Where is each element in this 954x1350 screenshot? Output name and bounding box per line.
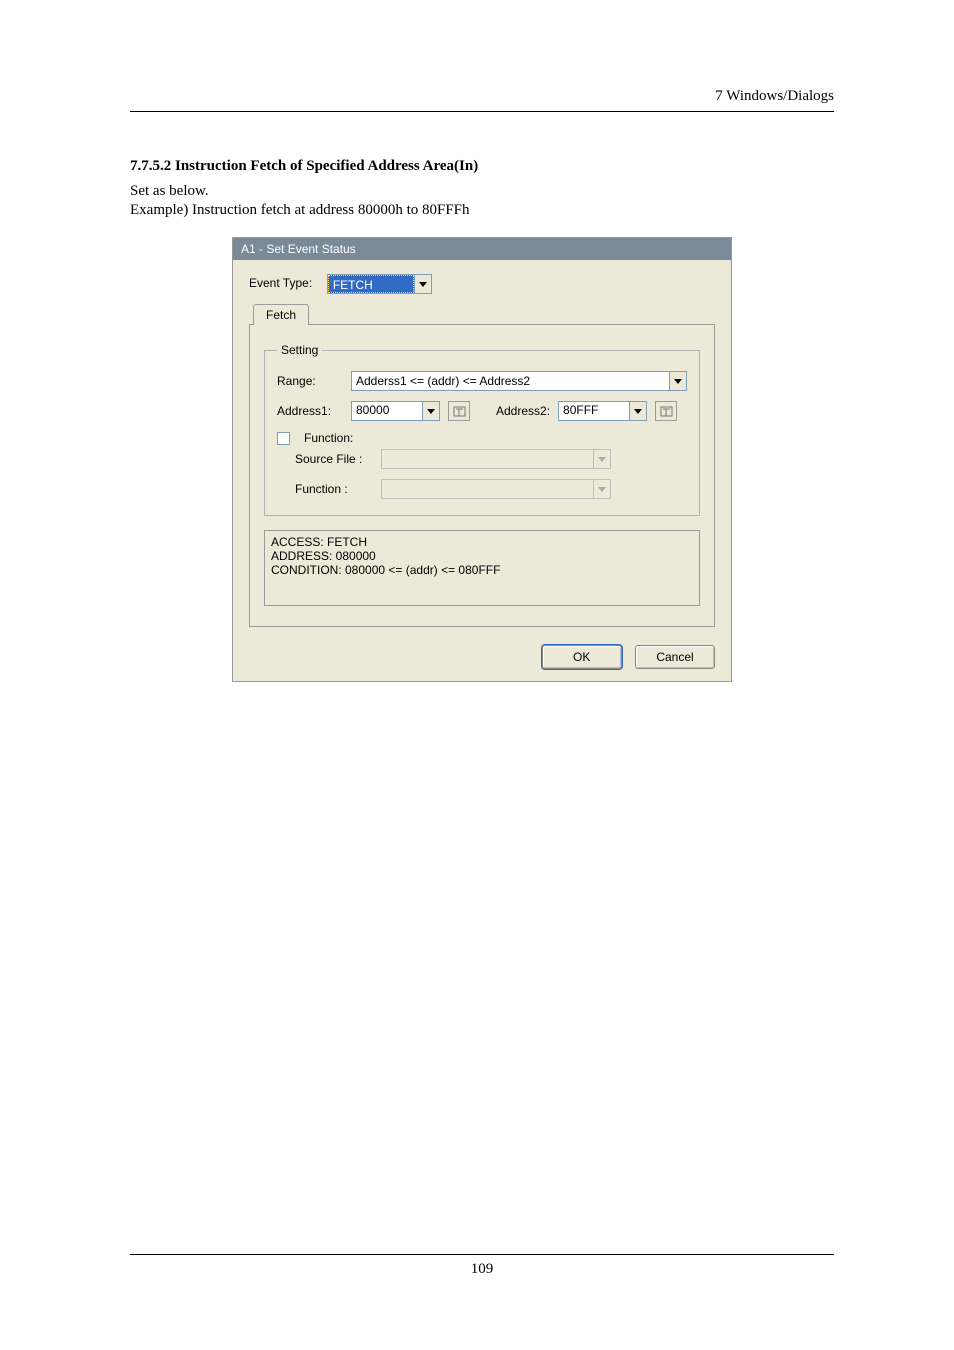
body-line-1: Set as below. [130, 183, 834, 200]
chevron-down-icon [593, 450, 610, 468]
header-rule [130, 111, 834, 112]
status-box: ACCESS: FETCH ADDRESS: 080000 CONDITION:… [264, 530, 700, 606]
address2-browse-icon[interactable] [655, 401, 677, 421]
address1-combo[interactable] [351, 401, 440, 421]
setting-group: Setting Range: Adderss1 <= (addr) <= Add… [264, 343, 700, 516]
dialog-titlebar: A1 - Set Event Status [233, 238, 731, 260]
chevron-down-icon[interactable] [629, 402, 646, 420]
section-heading: 7.7.5.2 Instruction Fetch of Specified A… [130, 158, 834, 175]
function-checkbox-label: Function: [304, 431, 353, 445]
range-label: Range: [277, 374, 343, 388]
body-line-2: Example) Instruction fetch at address 80… [130, 202, 834, 219]
address1-input[interactable] [352, 402, 422, 418]
status-line-1: ACCESS: FETCH [271, 535, 367, 549]
source-file-label: Source File : [295, 452, 373, 466]
event-type-label: Event Type: [249, 276, 312, 290]
function-checkbox[interactable] [277, 432, 290, 445]
function-combo [381, 479, 611, 499]
chevron-down-icon[interactable] [422, 402, 439, 420]
address2-input[interactable] [559, 402, 629, 418]
status-line-2: ADDRESS: 080000 [271, 549, 376, 563]
chevron-down-icon[interactable] [669, 372, 686, 390]
setting-legend: Setting [277, 343, 322, 357]
chevron-down-icon[interactable] [414, 275, 431, 293]
tab-fetch[interactable]: Fetch [253, 304, 309, 325]
source-file-combo [381, 449, 611, 469]
address1-browse-icon[interactable] [448, 401, 470, 421]
address1-label: Address1: [277, 404, 343, 418]
set-event-status-dialog: A1 - Set Event Status Event Type: FETCH … [232, 237, 732, 682]
status-line-3: CONDITION: 080000 <= (addr) <= 080FFF [271, 563, 500, 577]
fetch-tab-panel: Setting Range: Adderss1 <= (addr) <= Add… [249, 324, 715, 627]
address2-combo[interactable] [558, 401, 647, 421]
range-value: Adderss1 <= (addr) <= Address2 [352, 372, 669, 390]
chevron-down-icon [593, 480, 610, 498]
range-combo[interactable]: Adderss1 <= (addr) <= Address2 [351, 371, 687, 391]
page-number: 109 [130, 1254, 834, 1278]
event-type-value: FETCH [328, 275, 414, 293]
event-type-combo[interactable]: FETCH [327, 274, 432, 294]
address2-label: Address2: [496, 404, 550, 418]
header-text: 7 Windows/Dialogs [130, 88, 834, 111]
cancel-button[interactable]: Cancel [635, 645, 715, 669]
ok-button[interactable]: OK [542, 645, 622, 669]
function-label: Function : [295, 482, 373, 496]
